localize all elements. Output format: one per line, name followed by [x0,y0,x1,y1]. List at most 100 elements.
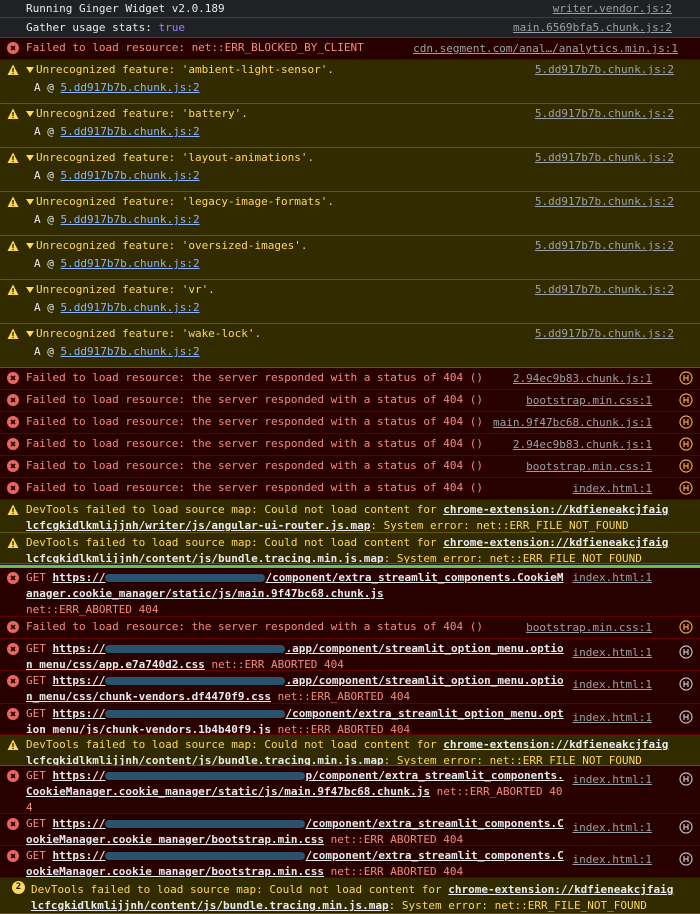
source-link[interactable]: index.html:1 [573,645,652,661]
source-link[interactable]: index.html:1 [573,710,652,726]
network-reveal-icon[interactable] [679,852,693,866]
network-reveal-icon[interactable] [679,459,693,473]
error-icon [7,482,19,494]
request-url[interactable]: https:///component/extra_streamlit_compo… [26,849,564,877]
network-reveal-icon[interactable] [679,393,693,407]
source-link[interactable]: main.6569bfa5.chunk.js:2 [513,20,672,36]
error-icon [7,708,19,720]
console-message-error[interactable]: GET https:///component/extra_streamlit_c… [0,814,700,846]
message-text: Failed to load resource: the server resp… [26,371,483,384]
console-message-warning[interactable]: Unrecognized feature: 'ambient-light-sen… [0,60,700,104]
console-message-warning[interactable]: DevTools failed to load source map: Coul… [0,735,700,766]
console-message-warning[interactable]: 2 DevTools failed to load source map: Co… [0,878,700,914]
source-link[interactable]: 5.dd917b7b.chunk.js:2 [535,326,674,342]
network-reveal-icon[interactable] [679,820,693,834]
expand-triangle-icon[interactable] [26,287,34,293]
console-message-warning[interactable]: DevTools failed to load source map: Coul… [0,500,700,533]
network-reveal-icon[interactable] [679,371,693,385]
source-link[interactable]: cdn.segment.com/anal…/analytics.min.js:1 [413,41,678,57]
source-link[interactable]: 5.dd917b7b.chunk.js:2 [535,282,674,298]
network-reveal-icon[interactable] [679,710,693,724]
source-link[interactable]: index.html:1 [573,570,652,586]
request-url[interactable]: https:///component/extra_streamlit_compo… [26,817,564,845]
expand-triangle-icon[interactable] [26,155,34,161]
stack-link[interactable]: 5.dd917b7b.chunk.js:2 [61,125,200,138]
console-message-warning[interactable]: Unrecognized feature: 'oversized-images'… [0,236,700,280]
expand-triangle-icon[interactable] [26,199,34,205]
console-message-error[interactable]: Failed to load resource: the server resp… [0,390,700,412]
message-text: Failed to load resource: the server resp… [26,437,483,450]
expand-triangle-icon[interactable] [26,331,34,337]
console-message-warning[interactable]: Unrecognized feature: 'legacy-image-form… [0,192,700,236]
source-link[interactable]: index.html:1 [573,677,652,693]
stack-trace: A @ 5.dd917b7b.chunk.js:2 [26,254,674,272]
source-link[interactable]: main.9f47bc68.chunk.js:1 [493,415,652,431]
console-message-error[interactable]: Failed to load resource: the server resp… [0,368,700,390]
console-message-info[interactable]: Gather usage stats: true main.6569bfa5.c… [0,18,700,38]
stack-link[interactable]: 5.dd917b7b.chunk.js:2 [61,81,200,94]
console-message-info[interactable]: Running Ginger Widget v2.0.189 writer.ve… [0,0,700,18]
console-message-warning[interactable]: DevTools failed to load source map: Coul… [0,533,700,564]
network-reveal-icon[interactable] [679,481,693,495]
stack-link[interactable]: 5.dd917b7b.chunk.js:2 [61,169,200,182]
source-link[interactable]: bootstrap.min.css:1 [526,393,652,409]
source-link[interactable]: 2.94ec9b83.chunk.js:1 [513,437,652,453]
source-link[interactable]: 5.dd917b7b.chunk.js:2 [535,150,674,166]
message-text: Unrecognized feature: 'vr'. [36,283,215,296]
stack-link[interactable]: 5.dd917b7b.chunk.js:2 [61,257,200,270]
console-message-error[interactable]: Failed to load resource: the server resp… [0,412,700,434]
warning-icon [7,328,19,340]
stack-link[interactable]: 5.dd917b7b.chunk.js:2 [61,345,200,358]
console-message-error[interactable]: GET https:///component/extra_streamlit_c… [0,568,700,617]
message-text: Unrecognized feature: 'oversized-images'… [36,239,308,252]
console-message-warning[interactable]: Unrecognized feature: 'battery'. A @ 5.dd… [0,104,700,148]
source-link[interactable]: index.html:1 [573,852,652,868]
network-reveal-icon[interactable] [679,772,693,786]
console-message-error[interactable]: GET https://.app/component/streamlit_opt… [0,671,700,704]
stack-link[interactable]: 5.dd917b7b.chunk.js:2 [61,213,200,226]
expand-triangle-icon[interactable] [26,111,34,117]
network-reveal-icon[interactable] [679,437,693,451]
source-link[interactable]: 5.dd917b7b.chunk.js:2 [535,62,674,78]
stack-link[interactable]: 5.dd917b7b.chunk.js:2 [61,301,200,314]
console-message-error[interactable]: GET https:///component/extra_streamlit_o… [0,704,700,735]
source-link[interactable]: 2.94ec9b83.chunk.js:1 [513,371,652,387]
stack-prefix: A @ [34,257,61,270]
source-link[interactable]: index.html:1 [573,772,652,788]
console-message-error[interactable]: GET https://.app/component/streamlit_opt… [0,639,700,671]
console-message-error[interactable]: Failed to load resource: the server resp… [0,434,700,456]
warning-icon [7,196,19,208]
source-link[interactable]: 5.dd917b7b.chunk.js:2 [535,106,674,122]
source-link[interactable]: bootstrap.min.css:1 [526,459,652,475]
expand-triangle-icon[interactable] [26,243,34,249]
console-message-error[interactable]: GET https:///component/extra_streamlit_c… [0,846,700,878]
warning-icon [7,284,19,296]
source-link[interactable]: writer.vendor.js:2 [553,1,672,17]
request-url[interactable]: https:///component/extra_streamlit_compo… [26,571,564,600]
source-link[interactable]: index.html:1 [573,481,652,497]
console-message-error[interactable]: Failed to load resource: net::ERR_BLOCKE… [0,38,700,60]
source-link[interactable]: index.html:1 [573,820,652,836]
source-link[interactable]: 5.dd917b7b.chunk.js:2 [535,194,674,210]
console-message-warning[interactable]: Unrecognized feature: 'layout-animations… [0,148,700,192]
network-reveal-icon[interactable] [679,677,693,691]
network-reveal-icon[interactable] [679,620,693,634]
message-text: DevTools failed to load source map: Coul… [31,883,674,912]
warning-icon [7,537,19,549]
stack-prefix: A @ [34,301,61,314]
message-text: Unrecognized feature: 'wake-lock'. [36,327,262,340]
console-message-error[interactable]: GET https://p/component/extra_streamlit_… [0,766,700,814]
network-reveal-icon[interactable] [679,415,693,429]
console-message-warning[interactable]: Unrecognized feature: 'wake-lock'. A @ 5.… [0,324,700,368]
source-link[interactable]: bootstrap.min.css:1 [526,620,652,636]
network-reveal-icon[interactable] [679,645,693,659]
error-icon [7,394,19,406]
console-message-warning[interactable]: Unrecognized feature: 'vr'. A @ 5.dd917b7… [0,280,700,324]
console-message-error[interactable]: Failed to load resource: the server resp… [0,617,700,639]
boolean-value: true [158,21,185,34]
console-message-error[interactable]: Failed to load resource: the server resp… [0,456,700,478]
console-message-error[interactable]: Failed to load resource: the server resp… [0,478,700,500]
source-link[interactable]: 5.dd917b7b.chunk.js:2 [535,238,674,254]
expand-triangle-icon[interactable] [26,67,34,73]
stack-prefix: A @ [34,169,61,182]
